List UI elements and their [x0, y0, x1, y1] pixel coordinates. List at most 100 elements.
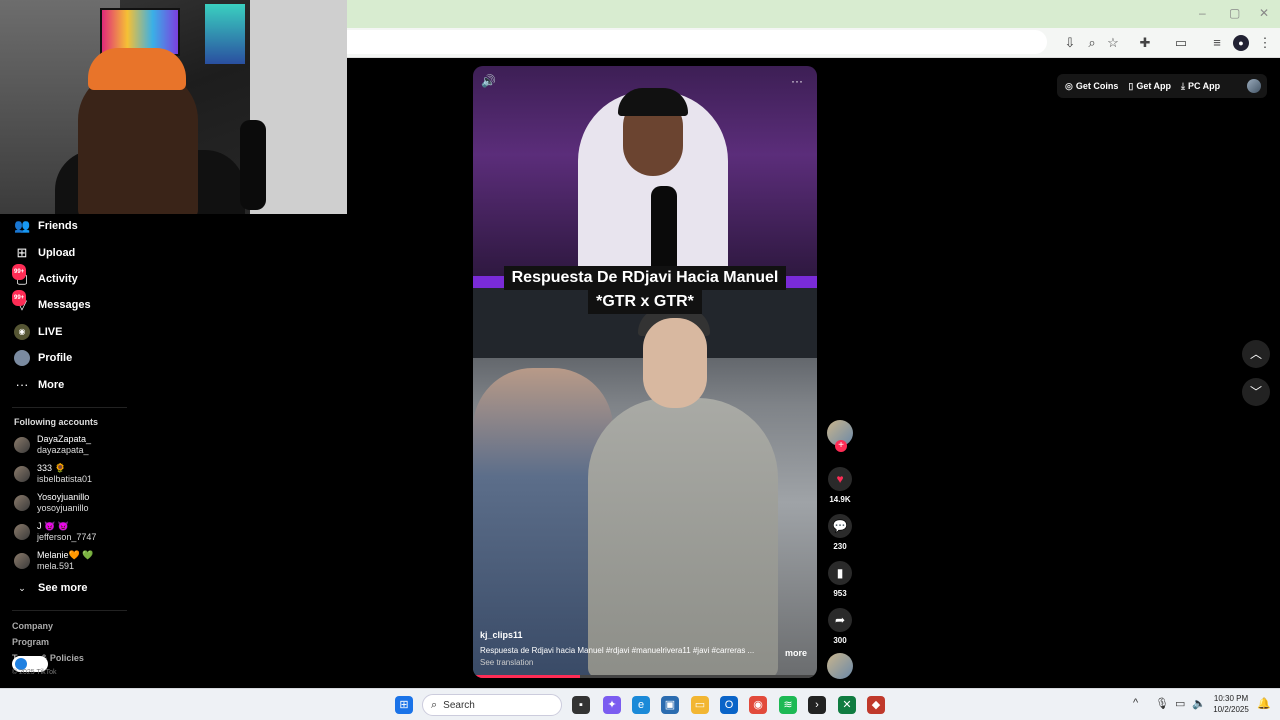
- see-more-label: See more: [38, 582, 88, 594]
- video-title-line2: *GTR x GTR*: [588, 290, 702, 314]
- network-icon[interactable]: ▭: [1175, 697, 1185, 710]
- task-view-icon[interactable]: ▪: [572, 696, 590, 714]
- profile-icon: [14, 350, 30, 366]
- copilot-icon[interactable]: ✦: [603, 696, 621, 714]
- more-icon: ···: [15, 377, 29, 392]
- video-caption: Respuesta de Rdjavi hacia Manuel #rdjavi…: [480, 646, 755, 655]
- video-player[interactable]: Respuesta De RDjavi Hacia Manuel *GTR x …: [473, 66, 817, 678]
- app-icon[interactable]: ◆: [867, 696, 885, 714]
- install-icon[interactable]: ⇩: [1062, 35, 1078, 51]
- download-icon: ⤓: [1181, 80, 1185, 91]
- friends-icon: 👥: [14, 218, 31, 233]
- close-button[interactable]: ✕: [1259, 6, 1269, 20]
- pc-app-label: PC App: [1187, 81, 1221, 91]
- upload-icon: ⊞: [16, 245, 28, 260]
- volume-icon[interactable]: 🔊: [481, 74, 496, 88]
- following-item[interactable]: J 👿 👿 jefferson_7747: [14, 519, 96, 545]
- sound-disc-icon: [827, 653, 853, 679]
- pc-app-button[interactable]: ⤓ PC App: [1181, 81, 1220, 92]
- chrome-icon[interactable]: ◉: [749, 696, 767, 714]
- sidebar-item-upload[interactable]: ⊞ Upload: [14, 242, 76, 264]
- save-count: 953: [833, 589, 847, 598]
- sidebar-item-profile[interactable]: Profile: [14, 347, 72, 369]
- creator-avatar-button[interactable]: +: [826, 420, 854, 452]
- address-bar[interactable]: [347, 30, 1047, 54]
- search-placeholder: Search: [443, 699, 475, 711]
- outlook-icon[interactable]: O: [720, 696, 738, 714]
- bookmark-icon: ▮: [828, 561, 852, 585]
- volume-icon[interactable]: 🔈: [1192, 697, 1206, 710]
- notification-badge: 99+: [12, 264, 27, 280]
- like-count: 14.9K: [829, 495, 851, 504]
- save-button[interactable]: ▮ 953: [826, 561, 854, 598]
- following-name: DayaZapata_: [37, 434, 92, 444]
- zoom-icon[interactable]: ⌕: [1084, 35, 1100, 51]
- copyright: © 2025 TikTok: [12, 669, 57, 676]
- user-avatar[interactable]: [1247, 79, 1261, 93]
- terminal-icon[interactable]: ›: [808, 696, 826, 714]
- notifications-icon[interactable]: 🔔: [1257, 697, 1271, 710]
- see-translation-link[interactable]: See translation: [480, 658, 533, 667]
- spotify-icon[interactable]: ≋: [779, 696, 797, 714]
- footer-link-company[interactable]: Company: [12, 621, 53, 631]
- phone-icon: ▯: [1128, 80, 1134, 91]
- microphone-icon[interactable]: 🎙: [1155, 697, 1169, 710]
- following-item[interactable]: Yosoyjuanillo yosoyjuanillo: [14, 490, 89, 516]
- sidebar-item-messages[interactable]: ▽99+ Messages: [12, 290, 91, 316]
- divider: [12, 407, 127, 408]
- footer-link-program[interactable]: Program: [12, 637, 49, 647]
- video-author[interactable]: kj_clips11: [480, 630, 523, 640]
- sidebar-item-label: Friends: [38, 220, 78, 232]
- sidebar-item-live[interactable]: ◉ LIVE: [14, 321, 62, 343]
- chevron-up-icon: ︿: [1249, 347, 1262, 361]
- video-bottom-frame: [473, 288, 817, 678]
- video-person-right: [588, 398, 778, 678]
- taskbar-search[interactable]: ⌕ Search: [422, 694, 562, 716]
- extensions-icon[interactable]: ✚: [1137, 35, 1153, 51]
- video-progress-bar[interactable]: [473, 675, 817, 678]
- clock-time: 10:30 PM: [1213, 694, 1249, 703]
- see-more-button[interactable]: ⌄ See more: [14, 577, 88, 599]
- follow-plus-icon[interactable]: +: [835, 440, 847, 452]
- avatar: [14, 553, 30, 569]
- browser-titlebar: – ▢ ✕: [347, 0, 1280, 28]
- file-explorer-icon[interactable]: ▭: [691, 696, 709, 714]
- sound-disc-button[interactable]: [826, 653, 854, 679]
- video-person-head-2: [643, 318, 707, 408]
- menu-icon[interactable]: ⋮: [1257, 35, 1273, 51]
- chevron-down-icon: ⌄: [18, 583, 26, 593]
- star-icon[interactable]: ☆: [1105, 35, 1121, 51]
- more-options-icon[interactable]: ···: [791, 74, 803, 88]
- sidebar-item-friends[interactable]: 👥 Friends: [14, 215, 78, 237]
- avatar: [14, 437, 30, 453]
- like-button[interactable]: ♥ 14.9K: [826, 467, 854, 504]
- live-icon: ◉: [14, 324, 30, 340]
- sidebar-item-activity[interactable]: ▢99+ Activity: [12, 264, 78, 290]
- following-item[interactable]: Melanie🧡 💚 mela.591: [14, 548, 93, 574]
- chevron-up-icon[interactable]: ^: [1133, 697, 1138, 709]
- next-video-button[interactable]: ﹀: [1242, 378, 1270, 406]
- following-item[interactable]: DayaZapata_ dayazapata_: [14, 432, 91, 458]
- maximize-button[interactable]: ▢: [1229, 6, 1240, 20]
- following-item[interactable]: 333 🌻 isbelbatista01: [14, 461, 92, 487]
- windows-start-icon[interactable]: ⊞: [395, 696, 413, 714]
- clock[interactable]: 10:30 PM 10/2/2025: [1208, 693, 1254, 715]
- get-coins-button[interactable]: ◎ Get Coins: [1065, 81, 1118, 92]
- sidebar: 👥 Friends ⊞ Upload ▢99+ Activity ▽99+ Me…: [0, 214, 150, 688]
- get-app-button[interactable]: ▯ Get App: [1128, 81, 1171, 92]
- xbox-icon[interactable]: ✕: [838, 696, 856, 714]
- share-button[interactable]: ➦ 300: [826, 608, 854, 645]
- previous-video-button[interactable]: ︿: [1242, 340, 1270, 368]
- minimize-button[interactable]: –: [1199, 6, 1206, 20]
- avatar: [14, 524, 30, 540]
- cast-icon[interactable]: ▭: [1173, 35, 1189, 51]
- store-icon[interactable]: ▣: [661, 696, 679, 714]
- profile-icon[interactable]: ●: [1233, 35, 1249, 51]
- sidebar-item-more[interactable]: ··· More: [14, 374, 65, 396]
- share-count: 300: [833, 636, 847, 645]
- edge-icon[interactable]: e: [632, 696, 650, 714]
- caption-more-link[interactable]: more: [785, 648, 807, 658]
- media-icon[interactable]: ≡: [1209, 35, 1225, 51]
- comment-button[interactable]: 💬 230: [826, 514, 854, 551]
- top-actions: ◎ Get Coins ▯ Get App ⤓ PC App: [1057, 74, 1267, 98]
